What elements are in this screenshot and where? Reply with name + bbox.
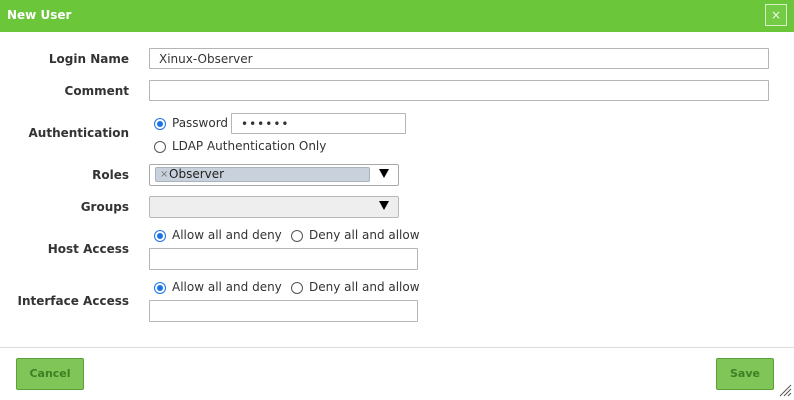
authentication-label: Authentication [28, 126, 130, 140]
host-allow-radio[interactable] [154, 230, 166, 242]
auth-password-radio[interactable] [154, 118, 166, 130]
password-input[interactable] [231, 113, 406, 134]
interface-allow-label: Allow all and deny [172, 280, 282, 294]
host-allow-label: Allow all and deny [172, 228, 282, 242]
interface-access-input[interactable] [149, 300, 418, 322]
roles-label: Roles [92, 168, 129, 182]
save-button[interactable]: Save [716, 358, 774, 390]
auth-password-label: Password [172, 116, 229, 130]
auth-ldap-radio[interactable] [154, 141, 166, 153]
auth-ldap-label: LDAP Authentication Only [172, 139, 327, 153]
interface-deny-label: Deny all and allow [309, 280, 420, 294]
interface-deny-radio[interactable] [291, 282, 303, 294]
dialog-title: New User [7, 8, 72, 22]
interface-access-label: Interface Access [17, 294, 130, 308]
role-chip: × Observer [155, 167, 370, 182]
host-deny-radio[interactable] [291, 230, 303, 242]
remove-chip-icon[interactable]: × [160, 168, 168, 181]
cancel-button[interactable]: Cancel [16, 358, 84, 390]
footer-divider [0, 347, 794, 348]
caret-down-icon [379, 169, 389, 178]
login-name-label: Login Name [48, 52, 129, 66]
host-access-label: Host Access [47, 242, 129, 256]
caret-down-icon [379, 201, 389, 210]
comment-input[interactable] [149, 80, 769, 101]
new-user-dialog: New User × Login Name Comment Authentica… [0, 0, 794, 400]
groups-label: Groups [80, 200, 129, 214]
resize-grip-icon[interactable] [778, 383, 792, 397]
dialog-titlebar: New User × [0, 0, 794, 32]
interface-allow-radio[interactable] [154, 282, 166, 294]
close-button[interactable]: × [765, 4, 787, 26]
close-icon: × [770, 8, 782, 22]
roles-select[interactable]: × Observer [149, 164, 399, 186]
groups-select[interactable] [149, 196, 399, 218]
comment-label: Comment [64, 84, 129, 98]
host-access-input[interactable] [149, 248, 418, 270]
host-deny-label: Deny all and allow [309, 228, 420, 242]
login-name-input[interactable] [149, 48, 769, 69]
role-chip-label: Observer [169, 167, 225, 181]
